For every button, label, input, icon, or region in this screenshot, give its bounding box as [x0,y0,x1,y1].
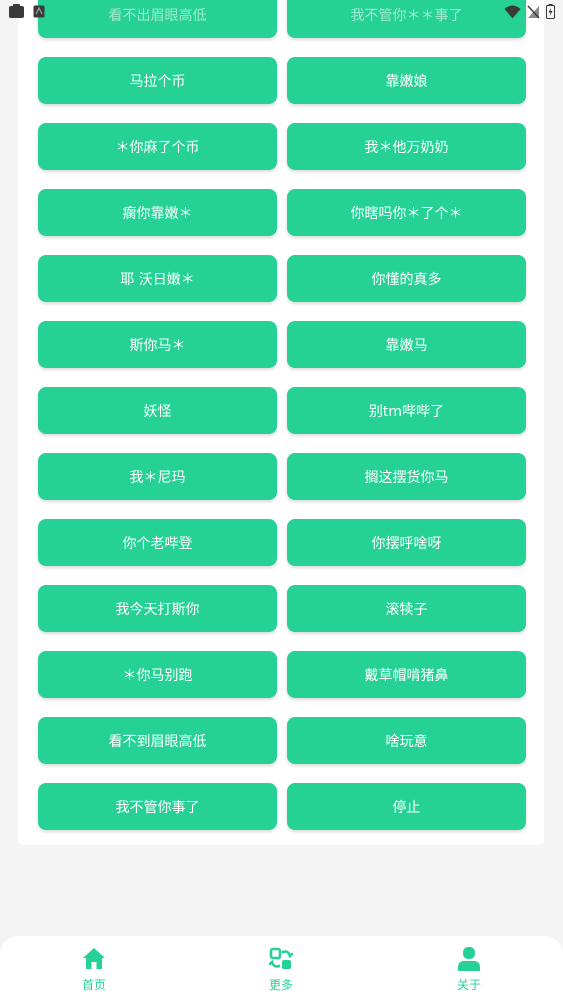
nav-home-label: 首页 [81,978,106,992]
sound-button[interactable]: 瘸你靠嫩＊ [38,189,277,236]
sound-button[interactable]: 看不到眉眼高低 [38,717,277,764]
sound-button[interactable]: 你个老哔登 [38,519,277,566]
sound-button[interactable]: 我＊他万奶奶 [287,123,526,170]
sound-button[interactable]: ＊你麻了个币 [38,123,277,170]
sound-button[interactable]: 你瞎吗你＊了个＊ [287,189,526,236]
battery-icon [546,4,555,19]
nav-more-label: 更多 [268,978,293,992]
nav-more[interactable]: 更多 [241,936,321,1002]
sound-button[interactable]: 搁这摆货你马 [287,453,526,500]
sound-button[interactable]: 你懂的真多 [287,255,526,302]
home-icon [83,948,105,969]
stop-button[interactable]: 停止 [287,783,526,830]
sound-button[interactable]: 我今天打斯你 [38,585,277,632]
sound-button[interactable]: 你摆呼啥呀 [287,519,526,566]
sound-button[interactable]: 我不管你事了 [38,783,277,830]
sound-button[interactable]: 妖怪 [38,387,277,434]
sound-button[interactable]: 斯你马＊ [38,321,277,368]
nav-about-label: 关于 [456,978,481,992]
sound-button[interactable]: 滚犊子 [287,585,526,632]
sound-button[interactable]: 靠嫩马 [287,321,526,368]
sound-button[interactable]: 马拉个币 [38,57,277,104]
sound-button[interactable]: 靠嫩娘 [287,57,526,104]
person-icon [458,947,480,971]
sound-button[interactable]: 我不管你＊＊事了 [287,0,526,38]
nav-about[interactable]: 关于 [429,936,509,1002]
sound-button[interactable]: 看不出眉眼高低 [38,0,277,38]
sound-button[interactable]: 戴草帽啃猪鼻 [287,651,526,698]
sound-button[interactable]: 我＊尼玛 [38,453,277,500]
sound-button[interactable]: 啥玩意 [287,717,526,764]
sound-button[interactable]: 耶 沃日嫩＊ [38,255,277,302]
sound-button[interactable]: 别tm哔哔了 [287,387,526,434]
swap-icon [268,947,294,969]
sound-button[interactable]: ＊你马别跑 [38,651,277,698]
bottom-nav: 首页 更多 关于 [0,936,563,1002]
sound-button-grid: 看不出眉眼高低 我不管你＊＊事了 马拉个币 靠嫩娘 ＊你麻了个币 我＊他万奶奶 … [38,0,526,830]
nav-home[interactable]: 首页 [54,936,134,1002]
